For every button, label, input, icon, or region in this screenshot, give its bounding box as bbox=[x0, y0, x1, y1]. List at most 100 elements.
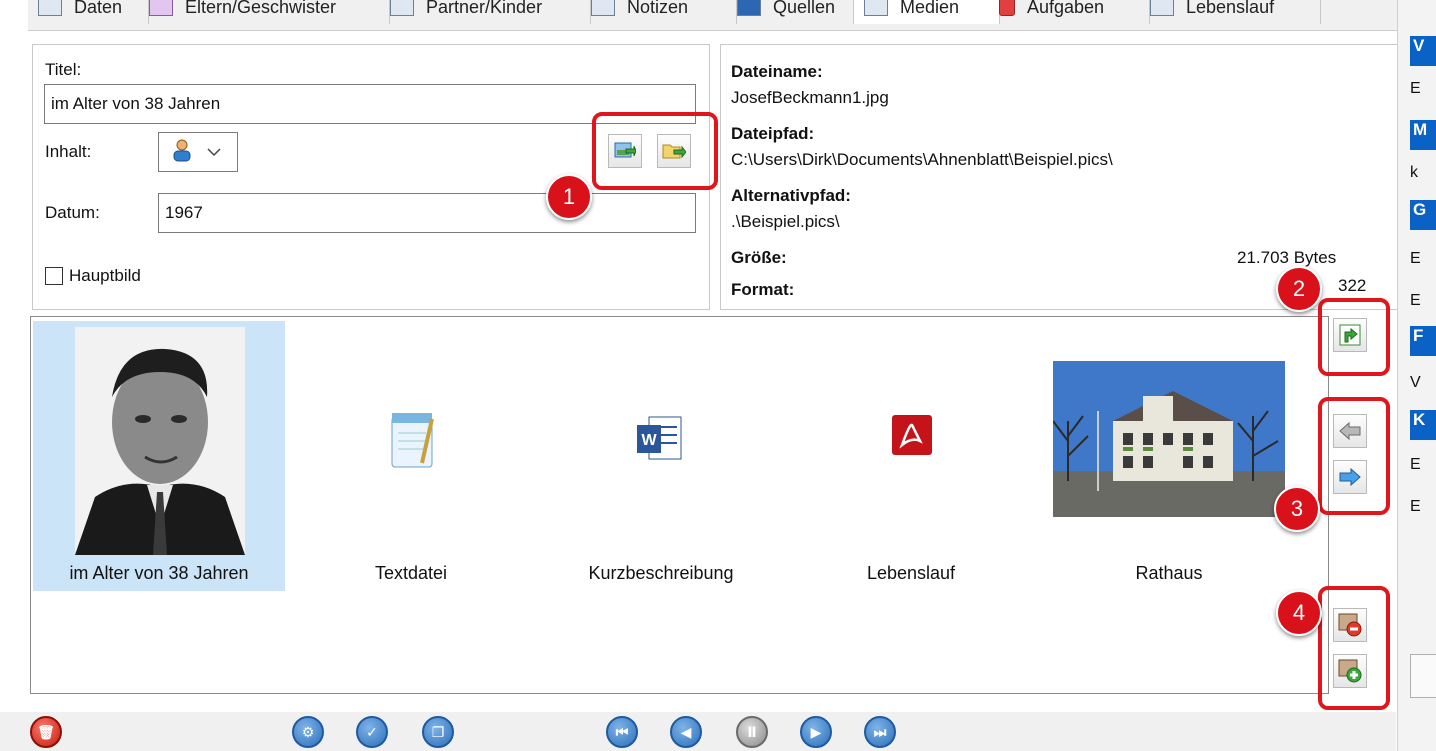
altpath-label: Alternativpfad: bbox=[731, 186, 851, 205]
date-label: Datum: bbox=[45, 203, 100, 222]
side-text: V bbox=[1410, 374, 1421, 391]
pause-button[interactable]: Ⅱ bbox=[736, 716, 768, 748]
altpath-value: .\Beispiel.pics\ bbox=[731, 212, 840, 231]
settings-button[interactable]: ⚙ bbox=[292, 716, 324, 748]
gear-icon: ⚙ bbox=[301, 723, 315, 740]
tab-lebenslauf[interactable]: Lebenslauf bbox=[1140, 0, 1321, 24]
side-text: k bbox=[1410, 164, 1418, 181]
tab-eltern-geschwister[interactable]: Eltern/Geschwister bbox=[139, 0, 390, 24]
arrow-left-icon bbox=[1339, 421, 1361, 441]
tab-aufgaben[interactable]: Aufgaben bbox=[989, 0, 1150, 24]
bottom-toolbar: 🗑 ⚙ ✓ ❐ ⏮ ◀ Ⅱ ▶ ⏭ bbox=[0, 712, 1396, 751]
pause-icon: Ⅱ bbox=[747, 723, 757, 740]
filename-value: JosefBeckmann1.jpg bbox=[731, 88, 889, 107]
tab-strip: Daten Eltern/Geschwister Partner/Kinder … bbox=[28, 0, 1408, 31]
data-icon bbox=[38, 0, 62, 16]
side-header: M bbox=[1410, 120, 1436, 150]
parents-icon bbox=[149, 0, 173, 16]
tab-daten[interactable]: Daten bbox=[28, 0, 149, 24]
open-external-icon bbox=[1339, 324, 1361, 346]
media-gallery[interactable]: im Alter von 38 Jahren Textdatei W Kurzb… bbox=[30, 316, 1329, 694]
copy-icon: ❐ bbox=[431, 723, 445, 740]
next-record-button[interactable]: ▶ bbox=[800, 716, 832, 748]
main-image-checkbox[interactable] bbox=[45, 267, 63, 285]
previous-icon: ◀ bbox=[680, 723, 692, 740]
side-header: K bbox=[1410, 410, 1436, 440]
next-icon: ▶ bbox=[810, 723, 822, 740]
tab-partner-kinder[interactable]: Partner/Kinder bbox=[380, 0, 591, 24]
side-header: F bbox=[1410, 326, 1436, 356]
pdf-icon bbox=[890, 413, 934, 462]
format-label: Format: bbox=[731, 280, 795, 299]
trash-icon: 🗑 bbox=[37, 723, 55, 740]
main-image-checkbox-row[interactable]: Hauptbild bbox=[45, 266, 141, 286]
gallery-caption: Lebenslauf bbox=[866, 563, 956, 583]
previous-record-button[interactable]: ◀ bbox=[670, 716, 702, 748]
portrait-photo bbox=[75, 327, 245, 555]
gallery-caption: im Alter von 38 Jahren bbox=[69, 563, 249, 583]
image-import-icon bbox=[614, 142, 636, 158]
folder-import-icon bbox=[662, 144, 686, 159]
last-record-button[interactable]: ⏭ bbox=[864, 716, 896, 748]
skip-first-icon: ⏮ bbox=[615, 723, 629, 740]
gallery-item-selected[interactable]: im Alter von 38 Jahren bbox=[33, 321, 285, 591]
check-icon: ✓ bbox=[366, 723, 378, 740]
filepath-value: C:\Users\Dirk\Documents\Ahnenblatt\Beisp… bbox=[731, 150, 1113, 169]
format-value: 322 bbox=[1338, 276, 1367, 295]
gallery-caption: Textdatei bbox=[374, 563, 448, 583]
move-left-button[interactable] bbox=[1333, 414, 1367, 448]
partner-icon bbox=[390, 0, 414, 16]
gallery-caption: Kurzbeschreibung bbox=[588, 563, 734, 583]
notepad-icon bbox=[386, 409, 438, 474]
notes-icon bbox=[591, 0, 615, 16]
chevron-down-icon bbox=[207, 142, 221, 162]
first-record-button[interactable]: ⏮ bbox=[606, 716, 638, 748]
callout-4-frame bbox=[1318, 586, 1390, 710]
tasks-icon bbox=[999, 0, 1015, 16]
callout-badge-4: 4 bbox=[1276, 590, 1322, 636]
move-right-button[interactable] bbox=[1333, 460, 1367, 494]
side-panel-edge: V E M k G E E F V K E E bbox=[1397, 0, 1436, 751]
side-button[interactable] bbox=[1410, 654, 1436, 698]
skip-last-icon: ⏭ bbox=[873, 723, 887, 740]
open-file-button[interactable] bbox=[1333, 318, 1367, 352]
timeline-icon bbox=[1150, 0, 1174, 16]
title-label: Titel: bbox=[45, 60, 82, 79]
media-icon bbox=[864, 0, 888, 16]
word-icon: W bbox=[635, 413, 683, 468]
import-image-button[interactable] bbox=[608, 134, 642, 168]
side-text: E bbox=[1410, 456, 1421, 473]
side-header: G bbox=[1410, 200, 1436, 230]
add-media-button[interactable] bbox=[1333, 654, 1367, 688]
size-value: 21.703 Bytes bbox=[1237, 248, 1337, 267]
filepath-label: Dateipfad: bbox=[731, 124, 815, 143]
person-icon bbox=[171, 138, 193, 167]
check-button[interactable]: ✓ bbox=[356, 716, 388, 748]
tab-notizen[interactable]: Notizen bbox=[581, 0, 737, 24]
side-text: E bbox=[1410, 498, 1421, 515]
remove-image-icon bbox=[1338, 613, 1362, 637]
copy-button[interactable]: ❐ bbox=[422, 716, 454, 748]
side-text: E bbox=[1410, 80, 1421, 97]
callout-badge-1: 1 bbox=[546, 174, 592, 220]
import-folder-button[interactable] bbox=[657, 134, 691, 168]
svg-text:W: W bbox=[641, 432, 657, 449]
date-input[interactable]: 1967 bbox=[158, 193, 696, 233]
arrow-right-icon bbox=[1339, 467, 1361, 487]
callout-badge-3: 3 bbox=[1274, 486, 1320, 532]
building-photo bbox=[1053, 361, 1285, 517]
filename-label: Dateiname: bbox=[731, 62, 823, 81]
delete-button[interactable]: 🗑 bbox=[30, 716, 62, 748]
gallery-caption: Rathaus bbox=[1135, 563, 1203, 583]
content-select[interactable] bbox=[158, 132, 238, 172]
main-image-label: Hauptbild bbox=[69, 266, 141, 285]
callout-badge-2: 2 bbox=[1276, 266, 1322, 312]
size-label: Größe: bbox=[731, 248, 787, 267]
content-label: Inhalt: bbox=[45, 142, 92, 161]
tab-medien[interactable]: Medien bbox=[853, 0, 1000, 24]
side-text: E bbox=[1410, 250, 1421, 267]
side-text: E bbox=[1410, 292, 1421, 309]
remove-media-button[interactable] bbox=[1333, 608, 1367, 642]
tab-quellen[interactable]: Quellen bbox=[727, 0, 863, 24]
side-header: V bbox=[1410, 36, 1436, 66]
